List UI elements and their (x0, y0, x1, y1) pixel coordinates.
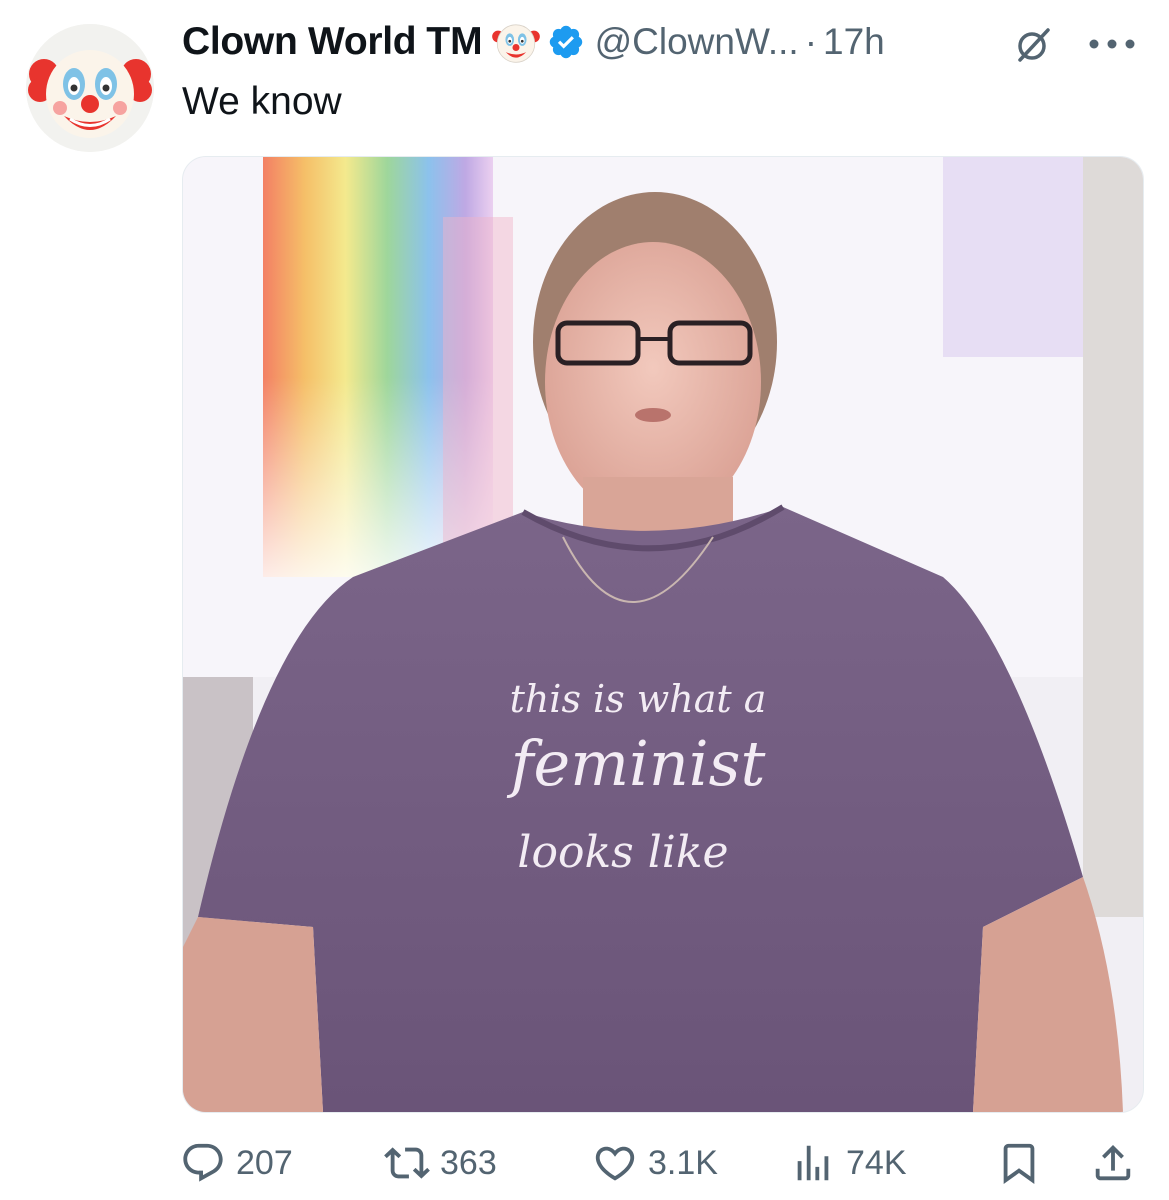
tweet-header: Clown World TM @ClownW... · 17h (182, 14, 885, 70)
timestamp[interactable]: 17h (823, 21, 885, 63)
like-icon (595, 1146, 635, 1181)
display-name[interactable]: Clown World (182, 20, 417, 64)
repost-button[interactable]: 363 (384, 1138, 497, 1188)
share-button[interactable] (1090, 1138, 1136, 1188)
user-handle[interactable]: @ClownW... (595, 21, 799, 63)
views-button[interactable]: 74K (790, 1138, 907, 1188)
clown-face-icon (491, 24, 540, 63)
repost-icon (384, 1147, 430, 1179)
like-count: 3.1K (648, 1143, 718, 1182)
reply-icon (183, 1143, 223, 1182)
views-icon (797, 1145, 829, 1181)
tweet-text: We know (182, 80, 342, 123)
verified-badge-icon (549, 25, 582, 59)
grok-icon[interactable] (1012, 24, 1054, 66)
views-count: 74K (846, 1143, 907, 1182)
reply-button[interactable]: 207 (180, 1138, 293, 1188)
repost-count: 363 (440, 1143, 497, 1182)
tweet-photo[interactable]: this is what a feminist looks like (182, 156, 1144, 1113)
more-icon[interactable] (1086, 37, 1138, 51)
bookmark-button[interactable] (996, 1138, 1042, 1188)
tweet-actions: 207 363 3.1K 74K (0, 1138, 1169, 1188)
separator-dot: · (804, 21, 818, 62)
avatar[interactable] (26, 24, 154, 152)
like-button[interactable]: 3.1K (592, 1138, 718, 1188)
shirt-text-line3: looks like (517, 827, 728, 878)
share-icon (1095, 1144, 1131, 1181)
clown-face-icon (26, 24, 154, 152)
reply-count: 207 (236, 1143, 293, 1182)
bookmark-icon (1003, 1143, 1035, 1184)
shirt-text-line1: this is what a (510, 677, 767, 721)
trademark-symbol: TM (426, 20, 483, 63)
photo-illustration: this is what a feminist looks like (183, 157, 1143, 1112)
shirt-text-line2: feminist (507, 727, 766, 800)
